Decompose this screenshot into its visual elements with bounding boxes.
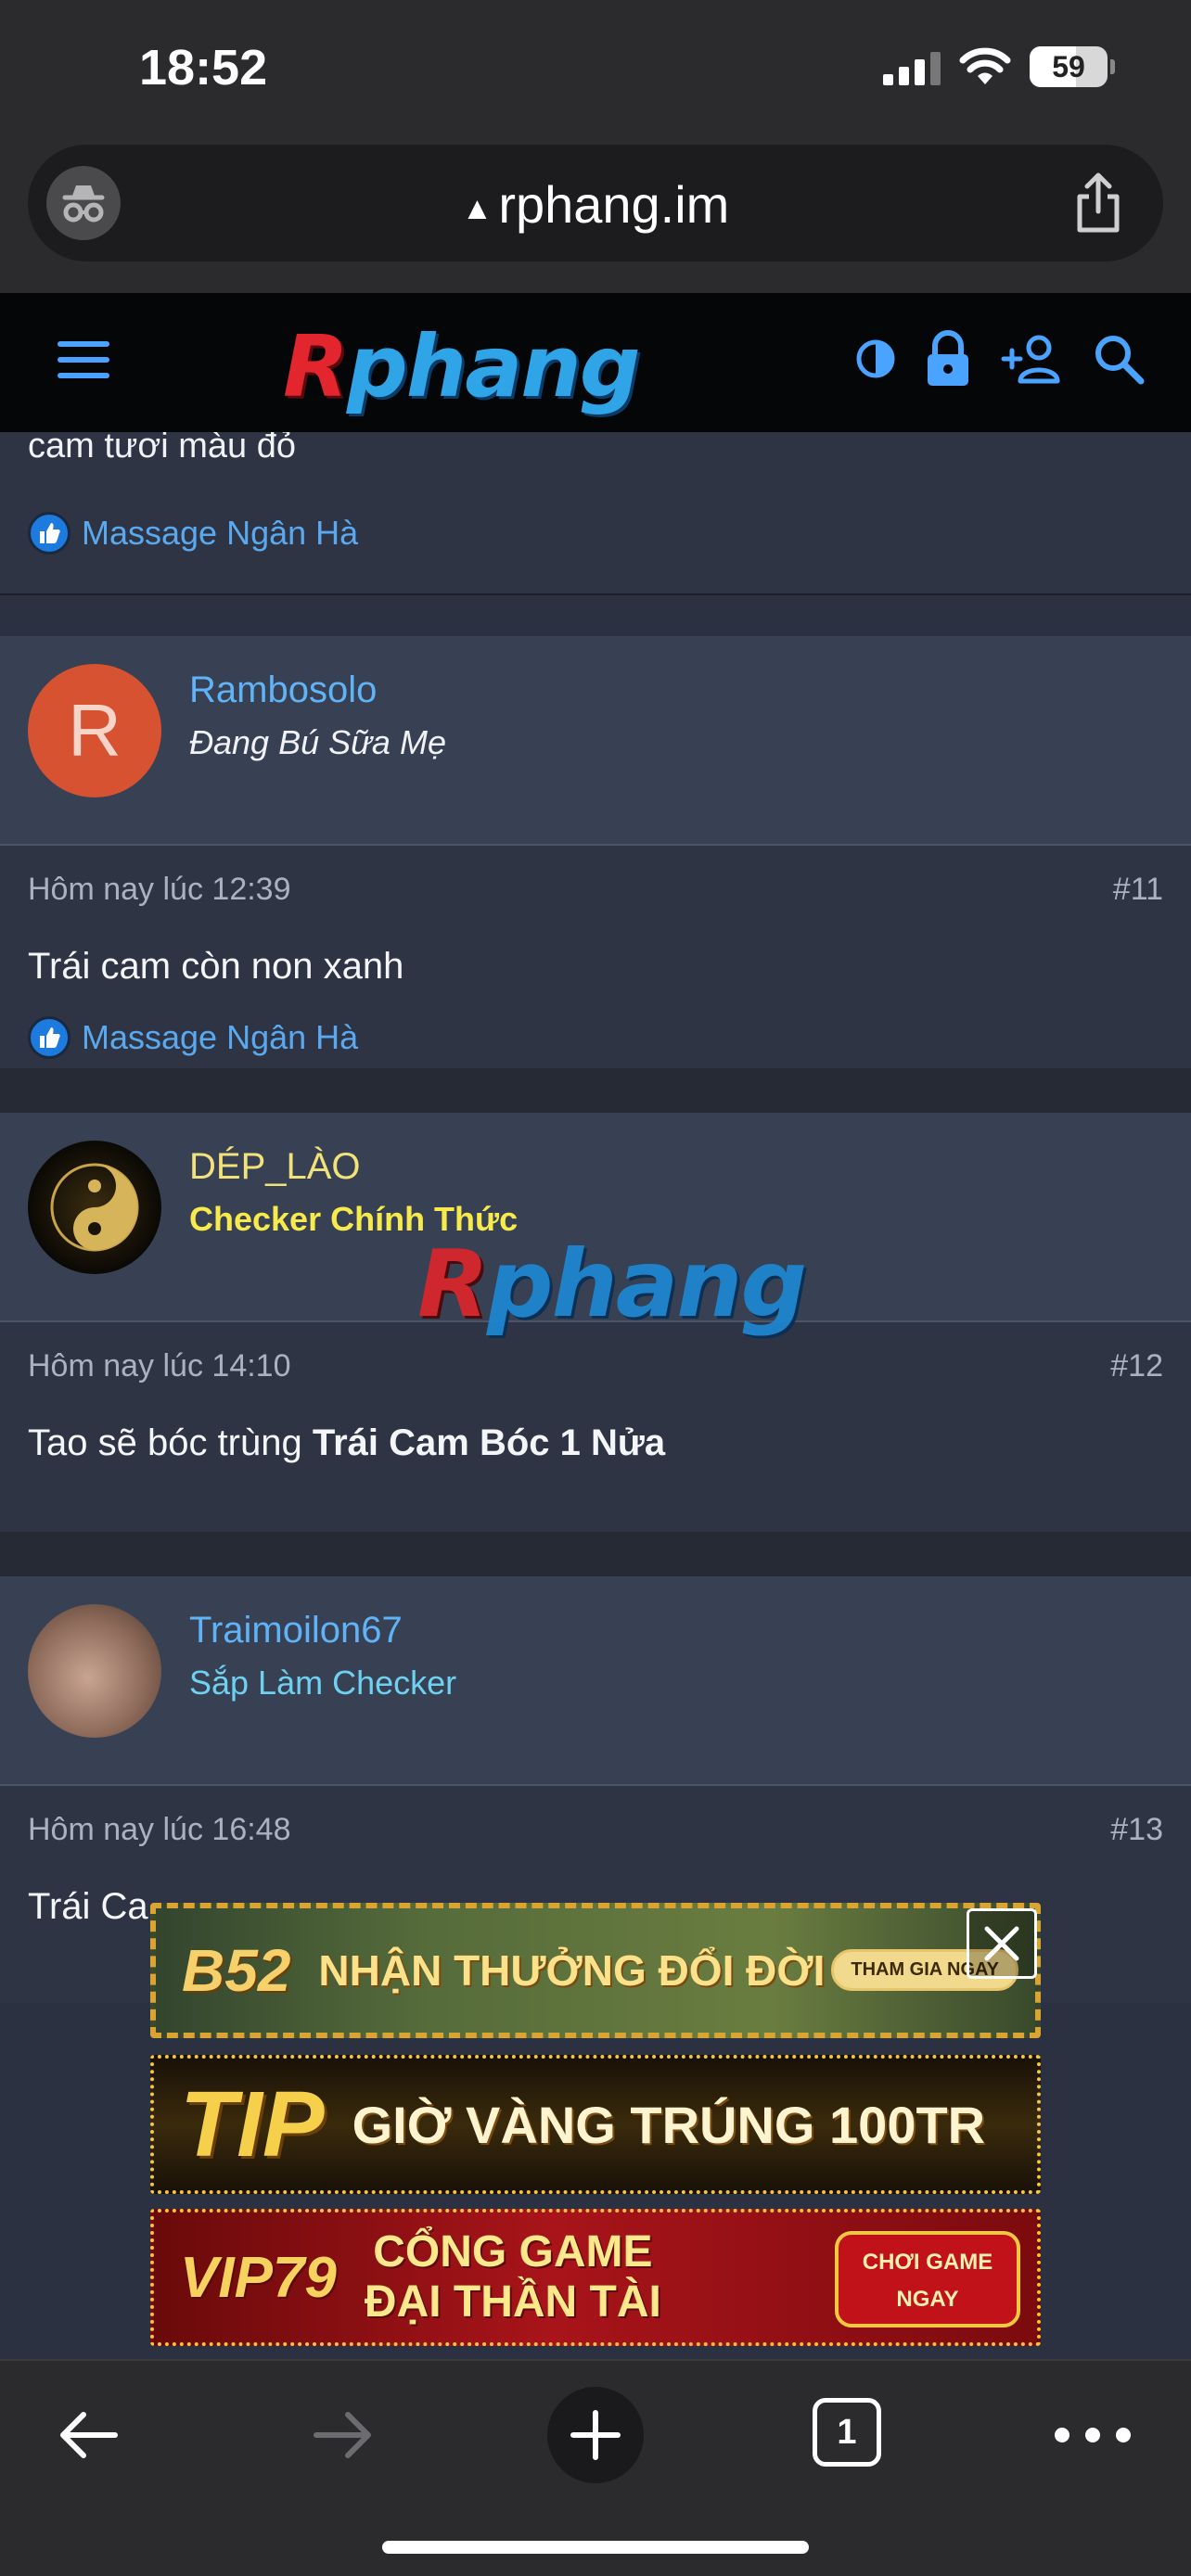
post-11: R Rambosolo Đang Bú Sữa Mẹ Hôm nay lúc 1…: [0, 636, 1191, 1068]
user-title: Sắp Làm Checker: [189, 1664, 457, 1702]
battery-indicator: 59: [1030, 46, 1115, 87]
post-meta: Hôm nay lúc 12:39 #11: [28, 872, 1163, 908]
status-bar: 18:52 59: [0, 0, 1191, 139]
forward-arrow-icon: [314, 2412, 371, 2458]
forward-button[interactable]: [306, 2398, 380, 2472]
tabs-icon[interactable]: 1: [813, 2398, 881, 2467]
bold-text: Trái Cam Bóc 1 Nửa: [312, 1422, 666, 1463]
avatar[interactable]: [28, 1604, 161, 1738]
ad-cta-button[interactable]: CHƠI GAME NGAY: [835, 2231, 1020, 2327]
reaction-summary[interactable]: Massage Ngân Hà: [28, 512, 358, 555]
search-icon[interactable]: [1093, 333, 1145, 385]
ad-banner-vip79[interactable]: VIP79 CỔNG GAME ĐẠI THẦN TÀI CHƠI GAME N…: [150, 2209, 1041, 2346]
post-timestamp[interactable]: Hôm nay lúc 16:48: [28, 1812, 291, 1848]
address-bar[interactable]: ▲ rphang.im: [28, 145, 1163, 261]
ad-brand: VIP79: [180, 2245, 337, 2310]
new-tab-button[interactable]: [547, 2387, 644, 2483]
menu-icon[interactable]: [58, 341, 109, 382]
avatar[interactable]: R: [28, 664, 161, 797]
avatar[interactable]: [28, 1141, 161, 1274]
signal-icon: [883, 48, 941, 85]
post-meta: Hôm nay lúc 16:48 #13: [28, 1812, 1163, 1848]
post-separator: [0, 1532, 1191, 1576]
home-indicator: [382, 2541, 809, 2554]
battery-level: 59: [1052, 49, 1085, 83]
reaction-summary[interactable]: Massage Ngân Hà: [28, 1016, 358, 1059]
site-header: Rphang: [0, 293, 1191, 432]
ad-headline: GIỜ VÀNG TRÚNG 100TR: [352, 2095, 986, 2154]
reaction-user[interactable]: Massage Ngân Hà: [82, 514, 358, 553]
post-timestamp[interactable]: Hôm nay lúc 12:39: [28, 872, 291, 908]
share-button[interactable]: [1070, 171, 1126, 236]
browser-url-area: ▲ rphang.im: [0, 139, 1191, 293]
back-button[interactable]: [51, 2398, 125, 2472]
post-body: Trái Ca: [28, 1886, 148, 1927]
yin-yang-icon: [50, 1163, 139, 1252]
post-user-block: R Rambosolo Đang Bú Sữa Mẹ: [0, 636, 1191, 846]
url-label: rphang.im: [498, 175, 730, 234]
post-number[interactable]: #12: [1110, 1348, 1163, 1384]
url-text[interactable]: ▲ rphang.im: [28, 174, 1163, 235]
post-separator: [0, 1068, 1191, 1113]
ad-brand: B52: [182, 1937, 291, 2004]
ad-headline: CỔNG GAME ĐẠI THẦN TÀI: [364, 2227, 661, 2327]
close-icon: [984, 1926, 1019, 1961]
username[interactable]: Traimoilon67: [189, 1610, 403, 1651]
ad-banner-tip[interactable]: TIP GIỜ VÀNG TRÚNG 100TR: [150, 2055, 1041, 2194]
post-message: cam tươi màu đỏ: [28, 432, 297, 465]
post-number[interactable]: #13: [1110, 1812, 1163, 1848]
previous-post-tail: cam tươi màu đỏ Massage Ngân Hà: [0, 432, 1191, 595]
user-title: Đang Bú Sữa Mẹ: [189, 723, 446, 761]
back-arrow-icon: [60, 2412, 118, 2458]
reaction-user[interactable]: Massage Ngân Hà: [82, 1018, 358, 1057]
post-meta: Hôm nay lúc 14:10 #12: [28, 1348, 1163, 1384]
plus-icon: [570, 2410, 621, 2460]
like-icon: [28, 512, 70, 555]
more-button[interactable]: [1046, 2398, 1139, 2472]
add-user-icon[interactable]: [1000, 333, 1065, 385]
username[interactable]: Rambosolo: [189, 670, 377, 711]
username[interactable]: DÉP_LÀO: [189, 1146, 361, 1188]
warning-icon: ▲: [461, 190, 493, 226]
status-time: 18:52: [139, 40, 268, 96]
post-body: Tao sẽ bóc trùng Trái Cam Bóc 1 Nửa: [28, 1422, 666, 1463]
lock-icon[interactable]: [924, 330, 972, 388]
more-icon: [1055, 2428, 1131, 2442]
like-icon: [28, 1016, 70, 1059]
wifi-icon: [959, 47, 1011, 84]
header-actions: [855, 330, 1145, 388]
status-icons: 59: [883, 46, 1115, 87]
ad-brand: TIP: [180, 2072, 325, 2176]
share-icon: [1077, 172, 1120, 233]
post-number[interactable]: #11: [1113, 872, 1163, 908]
ad-close-button[interactable]: [967, 1908, 1037, 1979]
post-timestamp[interactable]: Hôm nay lúc 14:10: [28, 1348, 291, 1384]
theme-toggle-icon[interactable]: [855, 338, 896, 379]
site-watermark: Rphang: [417, 1230, 807, 1338]
post-user-block: Traimoilon67 Sắp Làm Checker: [0, 1576, 1191, 1786]
ad-headline: NHẬN THƯỞNG ĐỔI ĐỜI: [318, 1946, 826, 1995]
ad-banner-b52[interactable]: B52 NHẬN THƯỞNG ĐỔI ĐỜI THAM GIA NGAY: [150, 1903, 1041, 2038]
site-logo[interactable]: Rphang: [283, 317, 641, 416]
post-body: Trái cam còn non xanh: [28, 946, 404, 987]
